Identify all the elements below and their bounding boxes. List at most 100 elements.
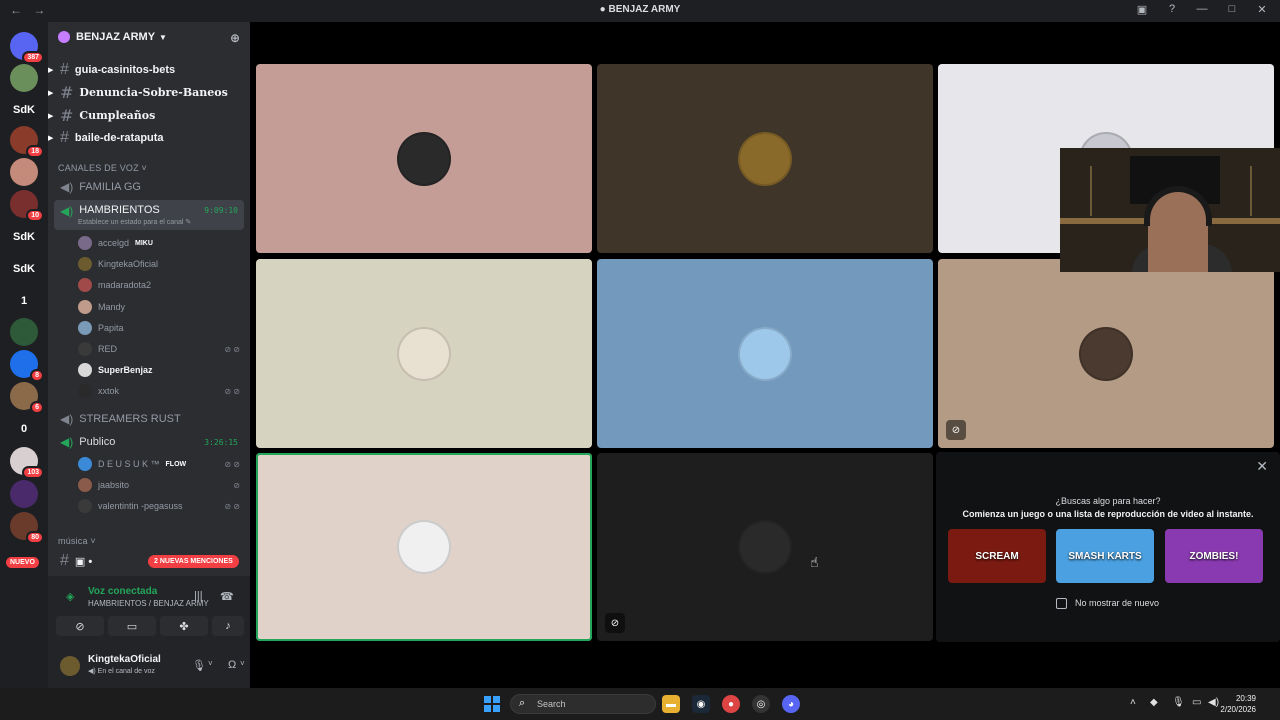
server-icon[interactable] (10, 158, 38, 186)
voice-member[interactable]: accelgd MIKU (78, 233, 240, 253)
server-icon[interactable]: SdK (10, 223, 38, 251)
channel-timer: 9:09:10 (204, 206, 238, 215)
activities-button[interactable]: ✤ (160, 616, 208, 636)
invite-people-icon[interactable]: ⊕ (230, 31, 240, 45)
speaker-icon: ◀) (60, 412, 74, 426)
discord-icon[interactable]: ◕ (782, 695, 800, 713)
server-icon[interactable] (10, 64, 38, 92)
help-icon[interactable]: ? (1160, 3, 1184, 16)
network-icon[interactable]: ▭ (1192, 697, 1201, 708)
participant-tile[interactable]: ⊘ (597, 453, 933, 641)
game-card[interactable]: SMASH KARTS (1056, 529, 1154, 583)
signal-icon[interactable]: ◈ (66, 590, 74, 603)
game-card[interactable]: ZOMBIES! (1165, 529, 1263, 583)
category-voice[interactable]: CANALES DE VOZ ˅ (58, 163, 147, 173)
participant-tile[interactable]: ⊘ (938, 259, 1274, 448)
channel-emoji-icon: ▣ • (74, 555, 93, 568)
channel-cumpleanos[interactable]: ▶ # Cumpleaños (48, 104, 244, 126)
inbox-icon[interactable]: ▣ (1130, 3, 1154, 16)
speaker-icon: ◀) (60, 204, 74, 218)
chrome-icon[interactable]: ● (722, 695, 740, 713)
voice-member[interactable]: jaabsito ⊘ (78, 475, 240, 495)
obs-icon[interactable]: ◎ (752, 695, 770, 713)
channel-name: HAMBRIENTOS (79, 204, 160, 216)
activity-suggestion-panel: ✕ ¿Buscas algo para hacer? Comienza un j… (936, 452, 1280, 642)
participant-tile[interactable] (256, 453, 592, 641)
server-icon[interactable] (10, 318, 38, 346)
dont-show-checkbox[interactable] (1056, 598, 1067, 609)
search-box[interactable]: ⌕ Search (510, 694, 656, 714)
tray-overflow-icon[interactable]: ˄ (1130, 697, 1136, 708)
participant-tile[interactable] (597, 259, 933, 448)
voice-connected-label: Voz conectada (88, 586, 158, 597)
disconnect-icon[interactable]: ☎ (220, 590, 234, 603)
tray-steam-icon[interactable]: ◆ (1150, 697, 1158, 708)
channel-guia[interactable]: ▶ # guia-casinitos-bets (48, 59, 244, 81)
voice-member[interactable]: KingtekaOficial (78, 254, 240, 274)
server-icon[interactable]: 0 (10, 415, 38, 443)
new-badge[interactable]: NUEVO (6, 557, 39, 568)
voice-channel-streamers[interactable]: ◀) STREAMERS RUST (54, 408, 244, 430)
camera-off-button[interactable]: ⊘ (56, 616, 104, 636)
channel-status[interactable]: Establece un estado para el canal ✎ (78, 218, 191, 226)
screen-share-button[interactable]: ▭ (108, 616, 156, 636)
voice-channel-familia[interactable]: ◀) FAMILIA GG (54, 176, 244, 198)
participant-tile[interactable] (256, 259, 592, 448)
server-icon[interactable]: 10 (10, 190, 44, 222)
webcam-stream[interactable] (1060, 148, 1280, 272)
microphone-icon[interactable]: 🎙 (192, 659, 206, 672)
avatar (78, 478, 92, 493)
server-icon[interactable]: SdK (10, 255, 38, 283)
server-icon[interactable]: 18 (10, 126, 44, 158)
voice-location[interactable]: HAMBRIENTOS / BENJAZ ARMY (88, 599, 209, 608)
close-icon[interactable]: ✕ (1256, 458, 1268, 475)
headset-icon[interactable]: Ω (228, 659, 236, 671)
speaker-icon: ◀) (60, 435, 74, 449)
noise-suppression-icon[interactable]: ||| (194, 590, 203, 602)
channel-denuncia[interactable]: ▶ # Denuncia-Sobre-Baneos (48, 81, 244, 103)
voice-member[interactable]: xxtok ⊘ ⊘ (78, 381, 240, 401)
clock[interactable]: 20:39 2/20/2026 (1220, 693, 1256, 715)
voice-member[interactable]: SuperBenjaz (78, 360, 240, 380)
username[interactable]: KingtekaOficial (88, 654, 161, 665)
server-icon[interactable]: 6 (10, 382, 44, 414)
channel-name: Denuncia-Sobre-Baneos (79, 85, 228, 99)
server-icon[interactable]: 387 (10, 32, 44, 64)
voice-channel-hambrientos[interactable]: ◀) HAMBRIENTOS 9:09:10 Establece un esta… (54, 200, 244, 230)
close-button[interactable]: ✕ (1250, 3, 1274, 16)
file-explorer-icon[interactable]: ▬ (662, 695, 680, 713)
game-card[interactable]: SCREAM (948, 529, 1046, 583)
category-music[interactable]: música ˅ (58, 536, 96, 546)
steam-icon[interactable]: ◉ (692, 695, 710, 713)
participant-tile[interactable] (256, 64, 592, 253)
maximize-button[interactable]: □ (1220, 3, 1244, 16)
voice-member[interactable]: valentintin -pegasuss ⊘ ⊘ (78, 496, 240, 516)
tray-mic-icon[interactable]: 🎙 (1172, 697, 1185, 708)
new-mentions-badge[interactable]: 2 NUEVAS MENCIONES (148, 555, 239, 568)
server-icon[interactable]: 8 (10, 350, 44, 382)
volume-icon[interactable]: ◀) (1208, 697, 1219, 708)
voice-member[interactable]: Mandy (78, 297, 240, 317)
voice-member[interactable]: D E U S U K ™ FLOW ⊘ ⊘ (78, 454, 240, 474)
voice-member[interactable]: madaradota2 (78, 275, 240, 295)
server-header[interactable]: BENJAZ ARMY ▼ ⊕ (48, 22, 250, 52)
channel-baile[interactable]: ▶ # baile-de-rataputa (48, 127, 244, 149)
voice-member[interactable]: Papita (78, 318, 240, 338)
server-name: BENJAZ ARMY (76, 31, 156, 43)
dont-show-label[interactable]: No mostrar de nuevo (1075, 598, 1159, 608)
server-icon[interactable]: 103 (10, 447, 44, 479)
user-avatar[interactable] (60, 656, 80, 676)
server-icon[interactable] (10, 480, 38, 508)
minimize-button[interactable]: — (1190, 3, 1214, 16)
voice-channel-publico[interactable]: ◀) Publico 3:26:15 (54, 431, 244, 453)
headset-options-chevron-icon[interactable]: ˅ (240, 659, 245, 668)
server-icon[interactable]: 80 (10, 512, 44, 544)
start-button[interactable] (484, 696, 500, 712)
voice-member[interactable]: RED ⊘ ⊘ (78, 339, 240, 359)
mic-options-chevron-icon[interactable]: ˅ (208, 659, 213, 668)
server-icon[interactable]: 1 (10, 287, 38, 315)
participant-avatar (397, 131, 451, 186)
participant-tile[interactable] (597, 64, 933, 253)
soundboard-button[interactable]: ♪ (212, 616, 244, 636)
server-icon[interactable]: SdK (10, 96, 38, 124)
